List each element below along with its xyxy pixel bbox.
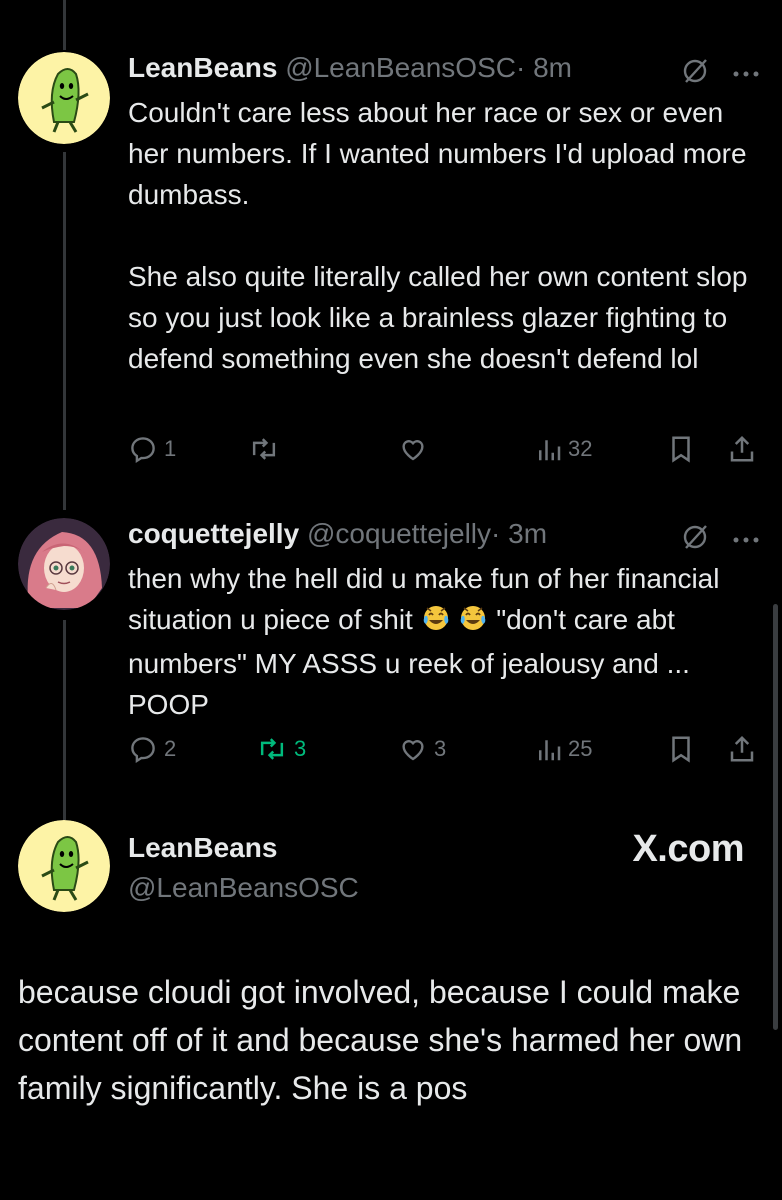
bookmark-button[interactable]: [668, 734, 694, 764]
header-icons: [680, 56, 760, 91]
display-name[interactable]: coquettejelly: [128, 518, 299, 549]
thread-line-2: [63, 620, 66, 820]
bookmark-icon: [672, 736, 690, 763]
repost-button[interactable]: [248, 434, 286, 464]
tweet-actions: 2 3 3 25: [128, 734, 758, 774]
avatar-leanbeans[interactable]: [18, 52, 110, 144]
share-icon: [730, 435, 754, 462]
tweet-text: then why the hell did u make fun of her …: [128, 558, 748, 725]
display-name[interactable]: LeanBeans: [128, 832, 277, 864]
tweet-text: Couldn't care less about her race or sex…: [128, 92, 748, 379]
reply-button[interactable]: 1: [128, 434, 176, 464]
x-brand-logo: X.com: [632, 828, 744, 870]
repost-icon: [260, 738, 284, 760]
reply-button[interactable]: 2: [128, 734, 176, 764]
repost-button[interactable]: 3: [256, 734, 306, 764]
like-button[interactable]: 3: [398, 734, 446, 764]
views-count: 25: [568, 736, 593, 761]
crying-laughing-emoji: [421, 602, 451, 643]
like-button[interactable]: [398, 434, 434, 464]
views-button[interactable]: 32: [536, 434, 592, 464]
thread-line-1: [63, 152, 66, 510]
muted-icon[interactable]: [680, 522, 710, 557]
reply-icon: [131, 437, 155, 464]
reply-count: 2: [164, 736, 177, 761]
timestamp[interactable]: · 3m: [491, 518, 547, 549]
like-icon: [402, 740, 424, 761]
tweet-actions: 1 32: [128, 434, 758, 474]
more-icon[interactable]: [732, 65, 760, 83]
handle[interactable]: @LeanBeansOSC: [128, 872, 359, 904]
thread-line-top: [63, 0, 66, 50]
share-button[interactable]: [728, 734, 756, 764]
like-icon: [402, 440, 424, 461]
repost-count: 3: [294, 736, 307, 761]
main-tweet-text: because cloudi got involved, because I c…: [18, 974, 743, 1106]
crying-laughing-emoji: [458, 602, 488, 643]
tweet-paragraph-2: She also quite literally called her own …: [128, 261, 748, 374]
tweet-header: LeanBeans @LeanBeansOSC· 8m: [128, 52, 572, 84]
more-icon[interactable]: [732, 531, 760, 549]
bookmark-button[interactable]: [668, 434, 694, 464]
like-count: 3: [434, 736, 447, 761]
bookmark-icon: [672, 436, 690, 463]
reply-icon: [131, 737, 155, 764]
views-icon: [539, 740, 561, 761]
muted-icon[interactable]: [680, 56, 710, 91]
share-icon: [730, 735, 754, 762]
scrollbar[interactable]: [773, 604, 778, 1030]
repost-icon: [252, 438, 276, 460]
views-count: 32: [568, 436, 593, 461]
handle[interactable]: @coquettejelly: [307, 518, 491, 549]
timestamp[interactable]: · 8m: [516, 52, 572, 83]
reply-count: 1: [164, 436, 177, 461]
header-icons: [680, 522, 760, 557]
views-icon: [539, 440, 561, 461]
share-button[interactable]: [728, 434, 756, 464]
tweet-header: coquettejelly @coquettejelly· 3m: [128, 518, 547, 550]
tweet-paragraph-1: Couldn't care less about her race or sex…: [128, 97, 747, 210]
avatar-leanbeans[interactable]: [18, 820, 110, 912]
display-name[interactable]: LeanBeans: [128, 52, 277, 83]
handle[interactable]: @LeanBeansOSC: [285, 52, 516, 83]
avatar-coquettejelly[interactable]: [18, 518, 110, 610]
views-button[interactable]: 25: [536, 734, 592, 764]
